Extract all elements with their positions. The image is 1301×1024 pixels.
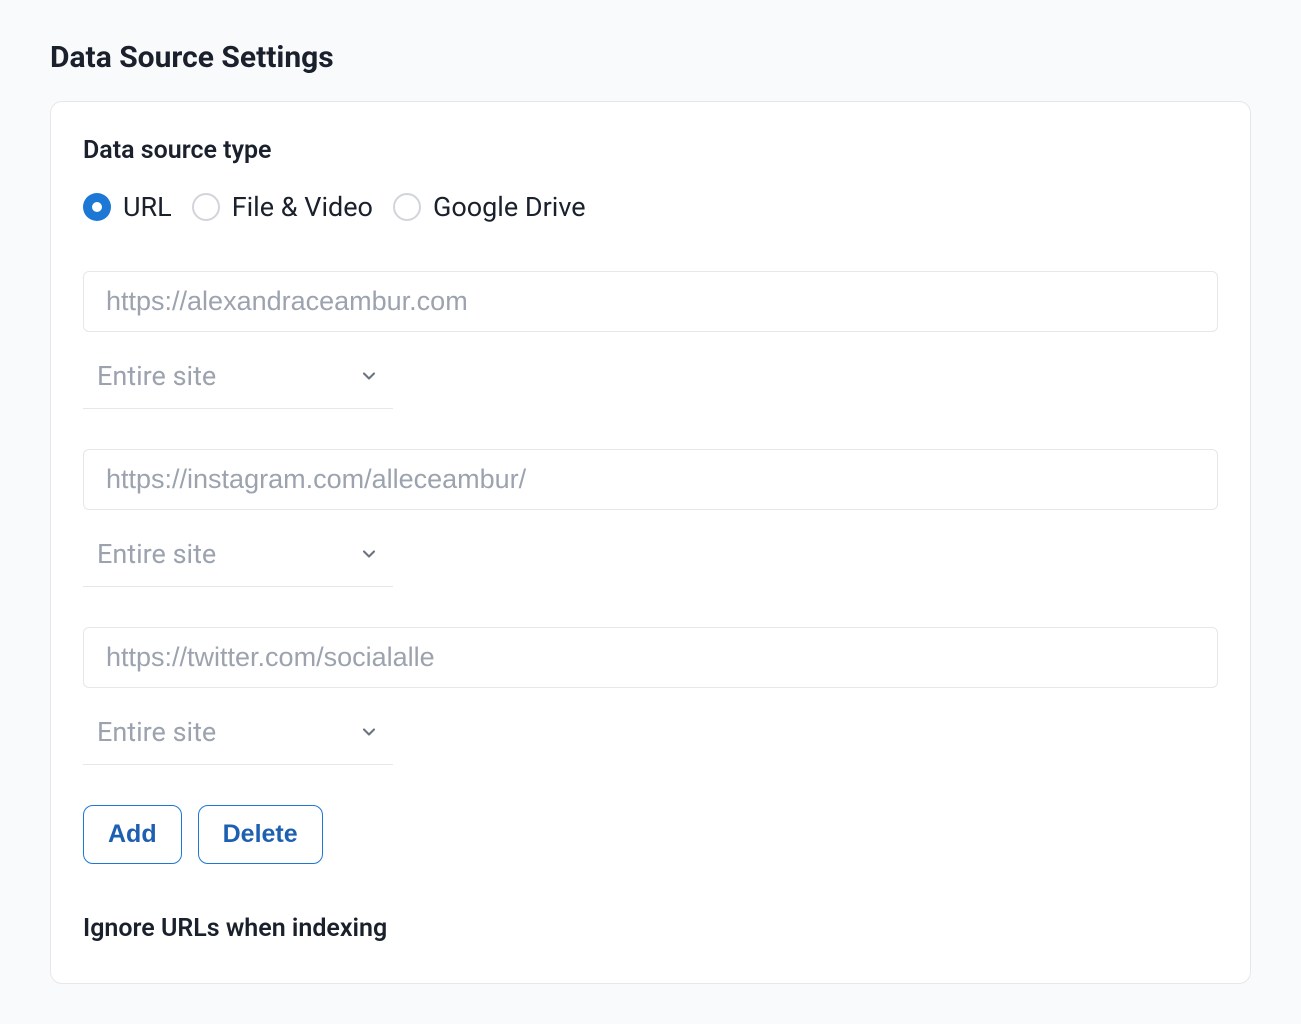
chevron-down-icon	[359, 366, 379, 386]
scope-value: Entire site	[97, 360, 216, 392]
data-source-type-label: Data source type	[83, 136, 1218, 165]
source-type-radio-group: URL File & Video Google Drive	[83, 191, 1218, 223]
button-row: Add Delete	[83, 805, 1218, 864]
radio-option-file-video[interactable]: File & Video	[192, 191, 373, 223]
scope-value: Entire site	[97, 716, 216, 748]
add-button[interactable]: Add	[83, 805, 182, 864]
scope-select-1[interactable]: Entire site	[83, 350, 393, 409]
page-title: Data Source Settings	[50, 40, 1251, 75]
radio-option-google-drive[interactable]: Google Drive	[393, 191, 586, 223]
radio-icon	[192, 193, 220, 221]
url-input-2[interactable]	[83, 449, 1218, 510]
chevron-down-icon	[359, 544, 379, 564]
settings-card: Data source type URL File & Video Google…	[50, 101, 1251, 984]
radio-icon	[393, 193, 421, 221]
ignore-urls-label: Ignore URLs when indexing	[83, 914, 1218, 943]
radio-icon	[83, 193, 111, 221]
radio-option-url[interactable]: URL	[83, 191, 172, 223]
radio-label: Google Drive	[433, 191, 586, 223]
url-input-1[interactable]	[83, 271, 1218, 332]
radio-label: URL	[123, 191, 172, 223]
chevron-down-icon	[359, 722, 379, 742]
url-input-3[interactable]	[83, 627, 1218, 688]
scope-select-3[interactable]: Entire site	[83, 706, 393, 765]
scope-select-2[interactable]: Entire site	[83, 528, 393, 587]
scope-value: Entire site	[97, 538, 216, 570]
delete-button[interactable]: Delete	[198, 805, 323, 864]
radio-label: File & Video	[232, 191, 373, 223]
